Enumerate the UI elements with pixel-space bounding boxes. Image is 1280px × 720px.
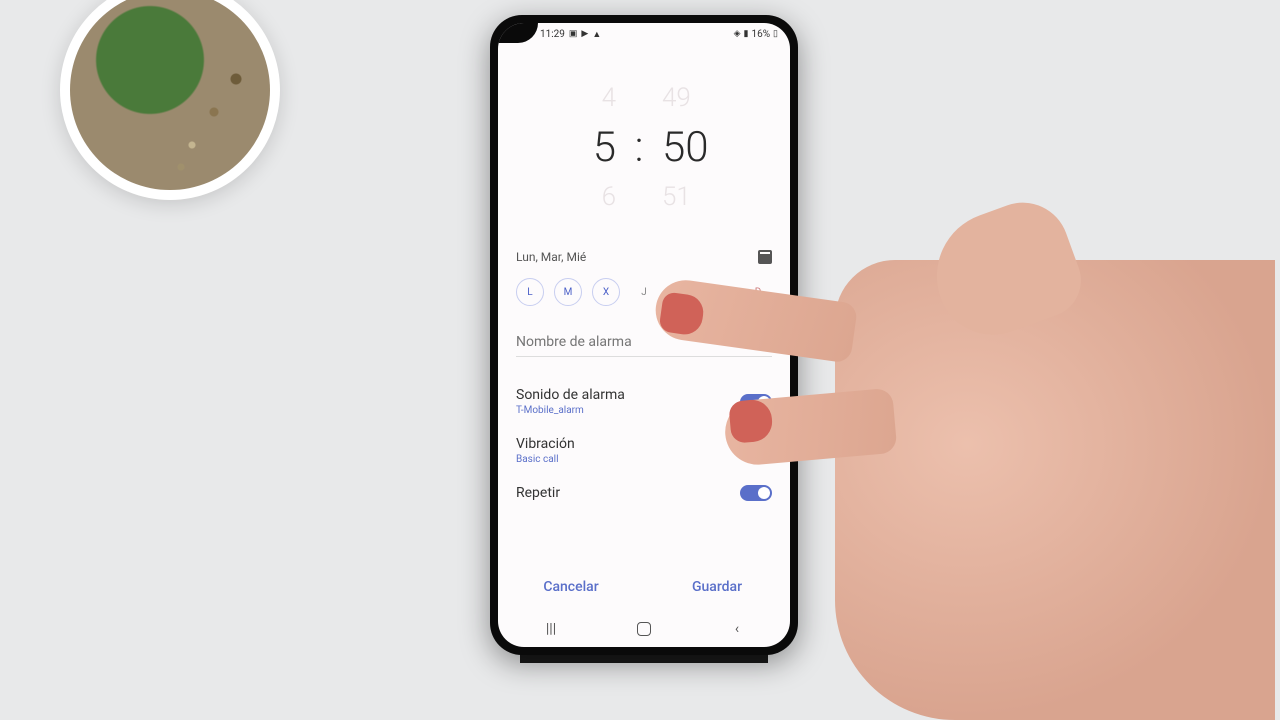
phone-frame: 11:29 ▣ ▶ ▲ ◈ ▮ 16% ▯ 4 49 5 : 50 — [490, 15, 798, 655]
day-sat[interactable]: S — [706, 278, 734, 306]
alarm-settings: Lun, Mar, Mié L M X J V S D Sonido de al… — [498, 250, 790, 563]
next-hour: 6 — [566, 182, 616, 212]
selected-hour: 5 — [566, 123, 616, 172]
time-separator: : — [634, 123, 644, 172]
wifi-icon: ◈ — [734, 29, 741, 39]
next-minute: 51 — [662, 182, 722, 212]
setting-repeat[interactable]: Repetir — [516, 475, 772, 511]
day-selector: L M X J V S D — [516, 278, 772, 306]
time-prev-row[interactable]: 4 49 — [566, 83, 722, 113]
signal-icon: ▮ — [744, 29, 749, 39]
status-bar: 11:29 ▣ ▶ ▲ ◈ ▮ 16% ▯ — [498, 23, 790, 45]
vibration-title: Vibración — [516, 436, 575, 452]
alarm-name-input[interactable] — [516, 328, 772, 357]
sound-toggle[interactable] — [740, 394, 772, 410]
prev-hour: 4 — [566, 83, 616, 113]
day-sun[interactable]: D — [744, 278, 772, 306]
days-summary-row[interactable]: Lun, Mar, Mié — [516, 250, 772, 264]
selected-minute: 50 — [662, 123, 722, 172]
day-mon[interactable]: L — [516, 278, 544, 306]
sound-title: Sonido de alarma — [516, 387, 625, 403]
selected-days-label: Lun, Mar, Mié — [516, 250, 586, 264]
time-next-row[interactable]: 6 51 — [566, 182, 722, 212]
calendar-icon[interactable] — [758, 250, 772, 264]
time-picker[interactable]: 4 49 5 : 50 6 51 — [498, 45, 790, 250]
repeat-toggle[interactable] — [740, 485, 772, 501]
battery-icon: ▯ — [773, 29, 778, 39]
nav-home[interactable] — [637, 622, 651, 636]
status-time: 11:29 — [540, 29, 565, 40]
time-selected-row[interactable]: 5 : 50 — [566, 123, 722, 172]
vibration-sub: Basic call — [516, 454, 575, 465]
nav-bar: ||| ‹ — [498, 611, 790, 647]
warning-icon: ▲ — [592, 29, 601, 40]
day-fri[interactable]: V — [668, 278, 696, 306]
sound-sub: T-Mobile_alarm — [516, 405, 625, 416]
setting-sound[interactable]: Sonido de alarma T-Mobile_alarm — [516, 377, 772, 426]
bottom-actions: Cancelar Guardar — [498, 563, 790, 611]
day-tue[interactable]: M — [554, 278, 582, 306]
cancel-button[interactable]: Cancelar — [498, 563, 644, 611]
setting-vibration[interactable]: Vibración Basic call — [516, 426, 772, 475]
day-wed[interactable]: X — [592, 278, 620, 306]
repeat-title: Repetir — [516, 485, 560, 501]
nav-recents[interactable]: ||| — [531, 621, 571, 637]
decorative-plant — [60, 0, 280, 200]
phone-screen: 11:29 ▣ ▶ ▲ ◈ ▮ 16% ▯ 4 49 5 : 50 — [498, 23, 790, 647]
battery-percent: 16% — [751, 29, 770, 40]
prev-minute: 49 — [662, 83, 722, 113]
play-icon: ▶ — [581, 29, 588, 39]
nav-back[interactable]: ‹ — [717, 621, 757, 637]
day-thu[interactable]: J — [630, 278, 658, 306]
save-button[interactable]: Guardar — [644, 563, 790, 611]
vibration-toggle[interactable] — [740, 443, 772, 459]
image-icon: ▣ — [569, 29, 578, 39]
